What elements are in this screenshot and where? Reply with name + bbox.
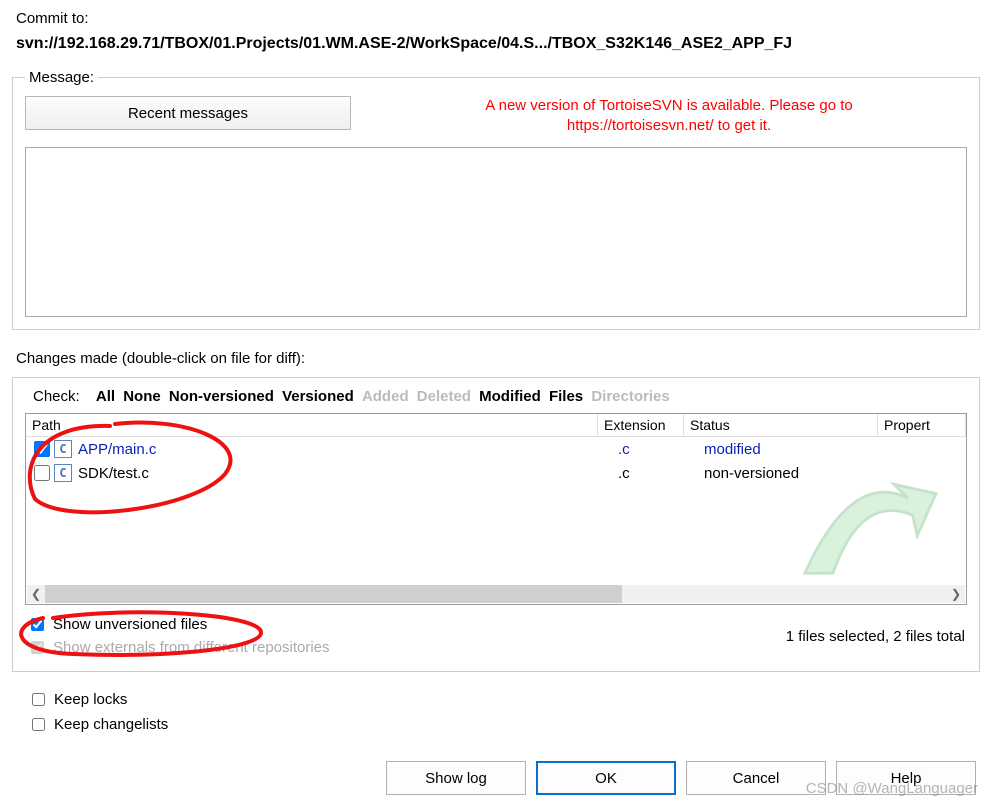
row-path: SDK/test.c (78, 465, 618, 482)
selection-stats: 1 files selected, 2 files total (786, 628, 965, 645)
help-button[interactable]: Help (836, 761, 976, 795)
recent-messages-button[interactable]: Recent messages (25, 96, 351, 130)
keep-locks-label: Keep locks (54, 691, 127, 708)
changes-group: Check: All None Non-versioned Versioned … (12, 377, 980, 672)
c-file-icon: C (54, 464, 72, 482)
changes-made-label: Changes made (double-click on file for d… (16, 350, 980, 367)
commit-dialog: Commit to: svn://192.168.29.71/TBOX/01.P… (0, 0, 992, 746)
cancel-button[interactable]: Cancel (686, 761, 826, 795)
show-externals-checkbox: Show externals from different repositori… (27, 638, 330, 657)
ok-button[interactable]: OK (536, 761, 676, 795)
keep-locks-input[interactable] (32, 693, 45, 706)
show-unversioned-label: Show unversioned files (53, 616, 207, 633)
table-row[interactable]: C APP/main.c.cmodified (26, 437, 966, 461)
keep-changelists-input[interactable] (32, 718, 45, 731)
file-list-header: Path Extension Status Propert (26, 414, 966, 437)
message-textarea[interactable] (25, 147, 967, 317)
check-modified[interactable]: Modified (479, 388, 541, 405)
check-added: Added (362, 388, 409, 405)
bottom-options: Keep locks Keep changelists (28, 690, 980, 734)
row-checkbox[interactable] (34, 465, 50, 481)
check-directories: Directories (591, 388, 669, 405)
scroll-left-icon[interactable]: ❮ (27, 587, 45, 601)
check-nonversioned[interactable]: Non-versioned (169, 388, 274, 405)
horizontal-scrollbar[interactable]: ❮ ❯ (27, 585, 965, 603)
row-path: APP/main.c (78, 441, 618, 458)
file-list[interactable]: Path Extension Status Propert C APP/main.… (25, 413, 967, 605)
c-file-icon: C (54, 440, 72, 458)
row-extension: .c (618, 465, 704, 482)
keep-changelists-label: Keep changelists (54, 716, 168, 733)
check-deleted: Deleted (417, 388, 471, 405)
check-files[interactable]: Files (549, 388, 583, 405)
check-all[interactable]: All (96, 388, 115, 405)
scroll-right-icon[interactable]: ❯ (947, 587, 965, 601)
update-notice: A new version of TortoiseSVN is availabl… (391, 96, 967, 135)
col-property[interactable]: Propert (878, 414, 966, 436)
check-versioned[interactable]: Versioned (282, 388, 354, 405)
col-extension[interactable]: Extension (598, 414, 684, 436)
check-label: Check: (33, 388, 80, 405)
show-externals-input (31, 641, 44, 654)
message-legend: Message: (25, 69, 98, 86)
check-filter-row: Check: All None Non-versioned Versioned … (33, 388, 967, 405)
row-status: non-versioned (704, 465, 898, 482)
keep-locks-checkbox[interactable]: Keep locks (28, 690, 980, 709)
col-status[interactable]: Status (684, 414, 878, 436)
update-notice-line1: A new version of TortoiseSVN is availabl… (485, 97, 852, 114)
table-row[interactable]: C SDK/test.c.cnon-versioned (26, 461, 966, 485)
show-unversioned-input[interactable] (31, 618, 44, 631)
row-extension: .c (618, 441, 704, 458)
row-status: modified (704, 441, 898, 458)
keep-changelists-checkbox[interactable]: Keep changelists (28, 715, 980, 734)
message-group: Message: Recent messages A new version o… (12, 69, 980, 330)
check-none[interactable]: None (123, 388, 161, 405)
row-checkbox[interactable] (34, 441, 50, 457)
commit-to-label: Commit to: (16, 10, 980, 27)
show-unversioned-checkbox[interactable]: Show unversioned files (27, 615, 330, 634)
commit-url: svn://192.168.29.71/TBOX/01.Projects/01.… (16, 35, 980, 53)
col-path[interactable]: Path (26, 414, 598, 436)
button-bar: Show log OK Cancel Help (386, 761, 976, 795)
show-log-button[interactable]: Show log (386, 761, 526, 795)
update-notice-line2: https://tortoisesvn.net/ to get it. (567, 117, 771, 134)
show-externals-label: Show externals from different repositori… (53, 639, 330, 656)
